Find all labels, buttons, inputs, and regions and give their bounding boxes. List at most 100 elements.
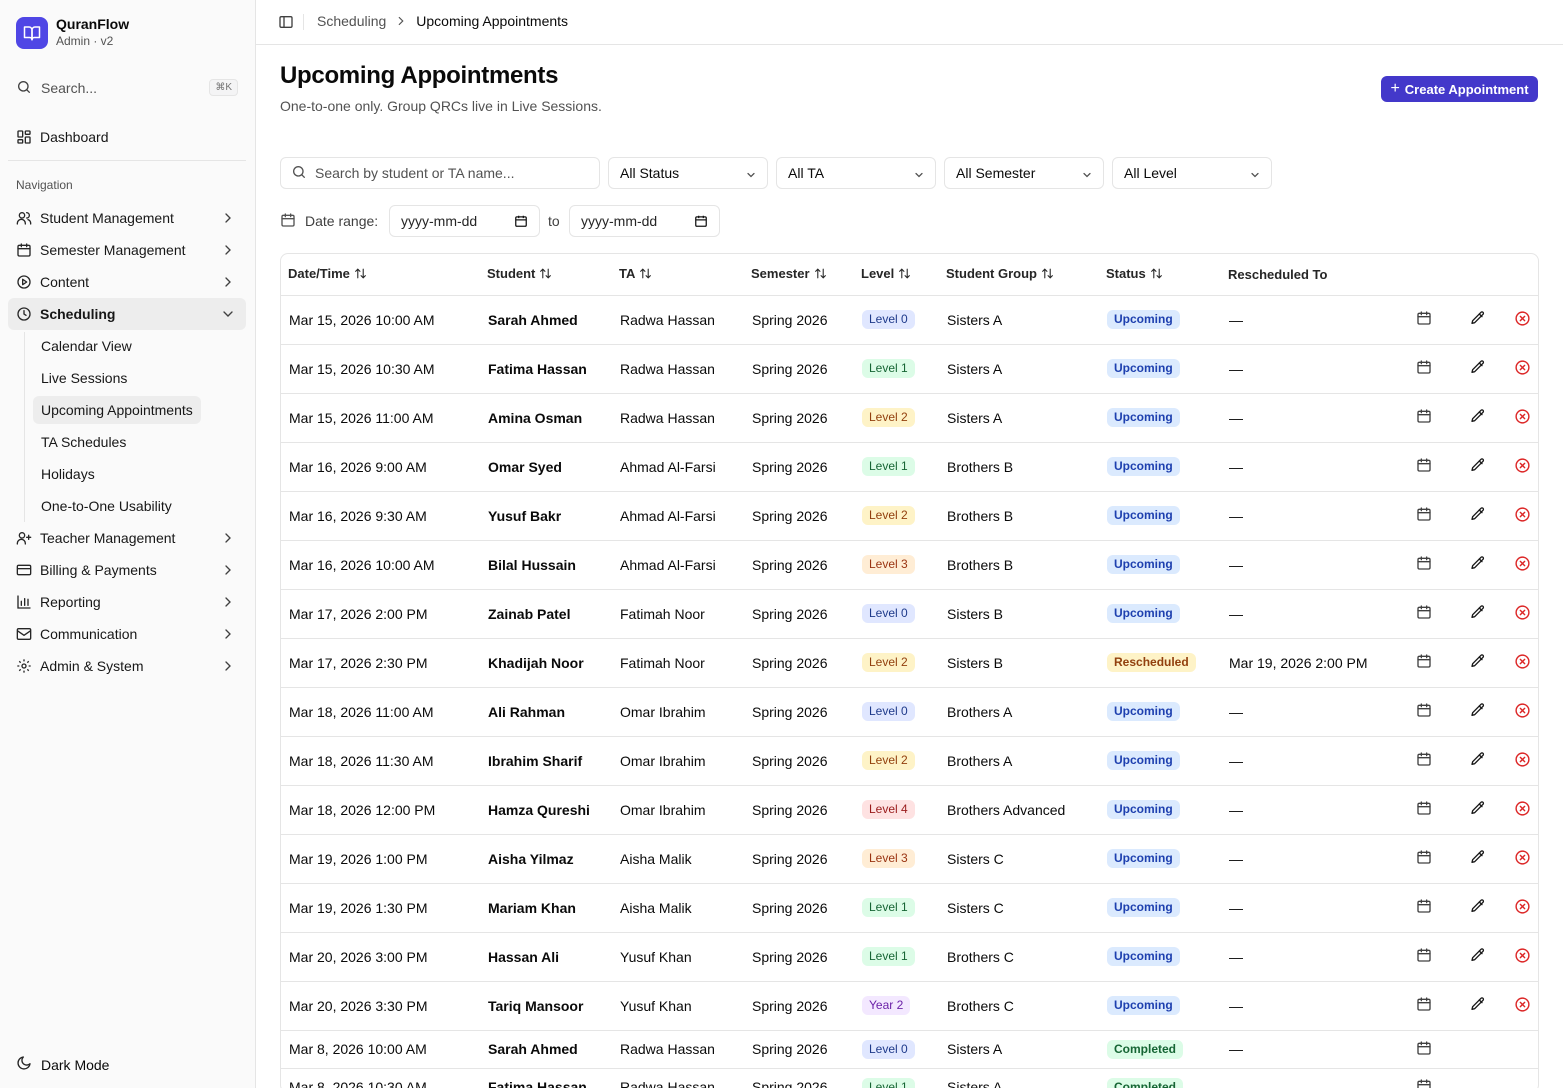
- table-row[interactable]: Mar 18, 2026 11:00 AM Ali Rahman Omar Ibra…: [281, 687, 1538, 737]
- reschedule-calendar-icon[interactable]: [1397, 981, 1451, 1031]
- reschedule-calendar-icon[interactable]: [1397, 393, 1451, 443]
- edit-pencil-icon[interactable]: [1451, 736, 1505, 786]
- reschedule-calendar-icon[interactable]: [1397, 834, 1451, 884]
- calendar-icon[interactable]: [694, 214, 708, 231]
- sidebar-item-billing-payments[interactable]: Billing & Payments: [8, 554, 246, 586]
- reschedule-calendar-icon[interactable]: [1397, 344, 1451, 394]
- cancel-x-circle-icon[interactable]: [1505, 442, 1538, 492]
- edit-pencil-icon[interactable]: [1451, 344, 1505, 394]
- table-row[interactable]: Mar 15, 2026 10:00 AM Sarah Ahmed Radwa Ha…: [281, 295, 1538, 345]
- table-row[interactable]: Mar 8, 2026 10:30 AM Fatima Hassan Radwa H…: [281, 1068, 1538, 1088]
- breadcrumb-parent[interactable]: Scheduling: [317, 13, 386, 29]
- sidebar-subitem-ta-schedules[interactable]: TA Schedules: [33, 428, 134, 456]
- table-row[interactable]: Mar 16, 2026 10:00 AM Bilal Hussain Ahmad …: [281, 540, 1538, 590]
- edit-pencil-icon[interactable]: [1451, 883, 1505, 933]
- reschedule-calendar-icon[interactable]: [1397, 638, 1451, 688]
- cancel-x-circle-icon[interactable]: [1505, 491, 1538, 541]
- reschedule-calendar-icon[interactable]: [1397, 883, 1451, 933]
- table-row[interactable]: Mar 8, 2026 10:00 AM Sarah Ahmed Radwa Has…: [281, 1030, 1538, 1069]
- dark-mode-toggle[interactable]: Dark Mode: [16, 1055, 109, 1074]
- cancel-x-circle-icon[interactable]: [1505, 393, 1538, 443]
- sidebar-item-scheduling[interactable]: Scheduling: [8, 298, 246, 330]
- edit-pencil-icon[interactable]: [1451, 785, 1505, 835]
- table-row[interactable]: Mar 17, 2026 2:30 PM Khadijah Noor Fatimah…: [281, 638, 1538, 688]
- sidebar-item-content[interactable]: Content: [8, 266, 246, 298]
- cancel-x-circle-icon[interactable]: [1505, 932, 1538, 982]
- column-header-datetime[interactable]: Date/Time: [281, 254, 480, 296]
- cancel-x-circle-icon[interactable]: [1505, 687, 1538, 737]
- table-row[interactable]: Mar 19, 2026 1:00 PM Aisha Yilmaz Aisha Ma…: [281, 834, 1538, 884]
- status-filter-select[interactable]: All Status: [608, 157, 768, 189]
- reschedule-calendar-icon[interactable]: [1397, 589, 1451, 639]
- sidebar-item-semester-management[interactable]: Semester Management: [8, 234, 246, 266]
- table-row[interactable]: Mar 16, 2026 9:30 AM Yusuf Bakr Ahmad Al-F…: [281, 491, 1538, 541]
- search-input[interactable]: Search by student or TA name...: [280, 157, 600, 189]
- cancel-x-circle-icon[interactable]: [1505, 344, 1538, 394]
- sidebar-toggle-icon[interactable]: [278, 14, 294, 33]
- table-row[interactable]: Mar 15, 2026 10:30 AM Fatima Hassan Radwa …: [281, 344, 1538, 394]
- column-header-status[interactable]: Status: [1099, 254, 1221, 296]
- reschedule-calendar-icon[interactable]: [1397, 540, 1451, 590]
- cancel-x-circle-icon[interactable]: [1505, 638, 1538, 688]
- sidebar-item-teacher-management[interactable]: Teacher Management: [8, 522, 246, 554]
- cancel-x-circle-icon[interactable]: [1505, 834, 1538, 884]
- sidebar-item-dashboard[interactable]: Dashboard: [8, 121, 246, 153]
- sidebar-search[interactable]: Search... ⌘K: [8, 75, 246, 101]
- table-row[interactable]: Mar 20, 2026 3:00 PM Hassan Ali Yusuf Khan…: [281, 932, 1538, 982]
- edit-pencil-icon[interactable]: [1451, 981, 1505, 1031]
- sidebar-subitem-holidays[interactable]: Holidays: [33, 460, 103, 488]
- edit-pencil-icon[interactable]: [1451, 295, 1505, 345]
- sidebar-item-student-management[interactable]: Student Management: [8, 202, 246, 234]
- sidebar-subitem-live-sessions[interactable]: Live Sessions: [33, 364, 135, 392]
- column-header-student[interactable]: Student: [480, 254, 612, 296]
- cancel-x-circle-icon[interactable]: [1505, 736, 1538, 786]
- level-filter-select[interactable]: All Level: [1112, 157, 1272, 189]
- date-from-input[interactable]: yyyy-mm-dd: [389, 205, 540, 237]
- create-appointment-button[interactable]: + Create Appointment: [1381, 76, 1538, 102]
- edit-pencil-icon[interactable]: [1451, 540, 1505, 590]
- table-row[interactable]: Mar 18, 2026 11:30 AM Ibrahim Sharif Omar …: [281, 736, 1538, 786]
- reschedule-calendar-icon[interactable]: [1397, 785, 1451, 835]
- cancel-x-circle-icon[interactable]: [1505, 295, 1538, 345]
- reschedule-calendar-icon[interactable]: [1397, 1068, 1451, 1088]
- column-header-level[interactable]: Level: [854, 254, 939, 296]
- sidebar-subitem-one-to-one-usability[interactable]: One-to-One Usability: [33, 492, 180, 520]
- edit-pencil-icon[interactable]: [1451, 589, 1505, 639]
- sidebar-subitem-upcoming-appointments[interactable]: Upcoming Appointments: [33, 396, 201, 424]
- calendar-icon[interactable]: [514, 214, 528, 231]
- column-header-student-group[interactable]: Student Group: [939, 254, 1099, 296]
- sidebar-item-admin-system[interactable]: Admin & System: [8, 650, 246, 682]
- edit-pencil-icon[interactable]: [1451, 638, 1505, 688]
- table-row[interactable]: Mar 19, 2026 1:30 PM Mariam Khan Aisha Mal…: [281, 883, 1538, 933]
- table-row[interactable]: Mar 15, 2026 11:00 AM Amina Osman Radwa Ha…: [281, 393, 1538, 443]
- table-row[interactable]: Mar 20, 2026 3:30 PM Tariq Mansoor Yusuf K…: [281, 981, 1538, 1031]
- table-row[interactable]: Mar 18, 2026 12:00 PM Hamza Qureshi Omar I…: [281, 785, 1538, 835]
- reschedule-calendar-icon[interactable]: [1397, 1030, 1451, 1069]
- reschedule-calendar-icon[interactable]: [1397, 491, 1451, 541]
- edit-pencil-icon[interactable]: [1451, 932, 1505, 982]
- edit-pencil-icon[interactable]: [1451, 687, 1505, 737]
- cancel-x-circle-icon[interactable]: [1505, 540, 1538, 590]
- reschedule-calendar-icon[interactable]: [1397, 687, 1451, 737]
- column-header-semester[interactable]: Semester: [744, 254, 854, 296]
- edit-pencil-icon[interactable]: [1451, 393, 1505, 443]
- cancel-x-circle-icon[interactable]: [1505, 785, 1538, 835]
- sidebar-item-communication[interactable]: Communication: [8, 618, 246, 650]
- date-to-input[interactable]: yyyy-mm-dd: [569, 205, 720, 237]
- reschedule-calendar-icon[interactable]: [1397, 932, 1451, 982]
- edit-pencil-icon[interactable]: [1451, 491, 1505, 541]
- edit-pencil-icon[interactable]: [1451, 442, 1505, 492]
- sidebar-subitem-calendar-view[interactable]: Calendar View: [33, 332, 140, 360]
- reschedule-calendar-icon[interactable]: [1397, 442, 1451, 492]
- table-row[interactable]: Mar 17, 2026 2:00 PM Zainab Patel Fatimah …: [281, 589, 1538, 639]
- cancel-x-circle-icon[interactable]: [1505, 589, 1538, 639]
- brand[interactable]: QuranFlow Admin · v2: [16, 16, 129, 50]
- edit-pencil-icon[interactable]: [1451, 834, 1505, 884]
- column-header-ta[interactable]: TA: [612, 254, 744, 296]
- sidebar-item-reporting[interactable]: Reporting: [8, 586, 246, 618]
- table-row[interactable]: Mar 16, 2026 9:00 AM Omar Syed Ahmad Al-Fa…: [281, 442, 1538, 492]
- reschedule-calendar-icon[interactable]: [1397, 295, 1451, 345]
- cancel-x-circle-icon[interactable]: [1505, 981, 1538, 1031]
- cancel-x-circle-icon[interactable]: [1505, 883, 1538, 933]
- reschedule-calendar-icon[interactable]: [1397, 736, 1451, 786]
